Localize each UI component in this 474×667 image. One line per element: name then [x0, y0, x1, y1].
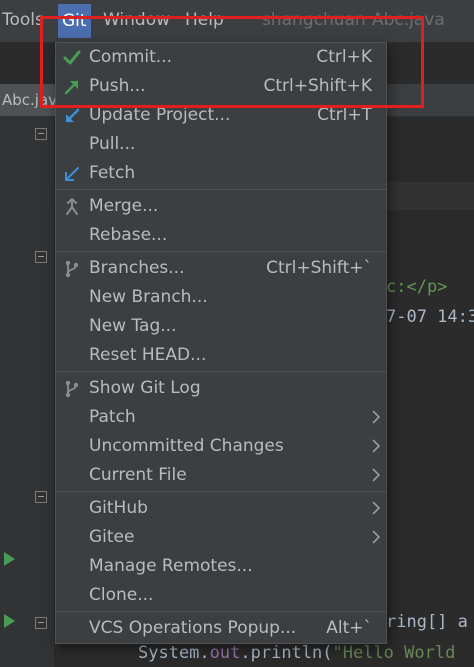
code-doc-tag: c:</p> [386, 277, 448, 297]
menu-tools[interactable]: Tools [2, 10, 44, 30]
git-log-icon [65, 380, 79, 398]
menu-git[interactable]: Git [58, 4, 91, 38]
code-main-signature: ring[] a [386, 612, 468, 632]
branch-icon [65, 260, 79, 278]
menu-window[interactable]: Window [103, 10, 170, 30]
merge-icon [66, 197, 78, 215]
ide-window: Tools Git Window Help shangchuan Abc.jav… [0, 0, 474, 667]
menu-item-branches[interactable]: Branches... Ctrl+Shift+` [56, 254, 386, 283]
check-icon [63, 50, 81, 65]
menu-item-pull[interactable]: Pull... [56, 130, 386, 159]
menu-separator [56, 371, 386, 372]
menu-item-github[interactable]: GitHub [56, 494, 386, 523]
menu-item-show-git-log[interactable]: Show Git Log [56, 374, 386, 403]
fold-marker-icon[interactable] [35, 617, 47, 629]
push-arrow-icon [64, 80, 79, 95]
git-dropdown-menu: Commit... Ctrl+K Push... Ctrl+Shift+K Up… [55, 42, 387, 644]
menu-separator [56, 491, 386, 492]
menu-item-new-branch[interactable]: New Branch... [56, 283, 386, 312]
fold-marker-icon[interactable] [35, 491, 47, 503]
chevron-right-icon [372, 530, 381, 544]
code-system: System. [138, 643, 210, 663]
chevron-right-icon [372, 439, 381, 453]
menu-item-rebase[interactable]: Rebase... [56, 221, 386, 250]
code-println-line: System.out.println("Hello World [138, 643, 455, 663]
menu-separator [56, 189, 386, 190]
menu-item-update-project[interactable]: Update Project... Ctrl+T [56, 101, 386, 130]
window-file-name: Abc.java [372, 10, 445, 30]
menu-separator [56, 611, 386, 612]
update-arrow-icon [65, 108, 80, 123]
run-class-icon[interactable] [4, 552, 15, 566]
menu-item-reset-head[interactable]: Reset HEAD... [56, 341, 386, 370]
tab-abc-java[interactable]: Abc.jav [0, 84, 60, 116]
menu-item-vcs-operations-popup[interactable]: VCS Operations Popup... Alt+` [56, 614, 386, 643]
menu-item-push[interactable]: Push... Ctrl+Shift+K [56, 72, 386, 101]
menu-bar: Tools Git Window Help shangchuan Abc.jav… [0, 0, 474, 42]
menu-item-manage-remotes[interactable]: Manage Remotes... [56, 552, 386, 581]
project-name: shangchuan [262, 10, 366, 30]
chevron-right-icon [372, 501, 381, 515]
menu-item-uncommitted-changes[interactable]: Uncommitted Changes [56, 432, 386, 461]
menu-item-new-tag[interactable]: New Tag... [56, 312, 386, 341]
editor-gutter [0, 117, 54, 667]
menu-separator [56, 251, 386, 252]
menu-item-merge[interactable]: Merge... [56, 192, 386, 221]
menu-item-gitee[interactable]: Gitee [56, 523, 386, 552]
menu-help[interactable]: Help [185, 10, 224, 30]
chevron-right-icon [372, 468, 381, 482]
code-println: .println( [240, 643, 333, 663]
chevron-right-icon [372, 410, 381, 424]
code-string: "Hello World [332, 643, 456, 663]
menu-item-patch[interactable]: Patch [56, 403, 386, 432]
fetch-arrow-icon [65, 167, 79, 181]
menu-item-commit[interactable]: Commit... Ctrl+K [56, 43, 386, 72]
menu-item-fetch[interactable]: Fetch [56, 159, 386, 188]
fold-marker-icon[interactable] [35, 251, 47, 263]
menu-item-clone[interactable]: Clone... [56, 581, 386, 610]
code-doc-date: 7-07 14:3 [386, 307, 474, 327]
code-out: out [209, 643, 241, 663]
fold-marker-icon[interactable] [35, 128, 47, 140]
run-main-icon[interactable] [4, 614, 15, 628]
menu-item-current-file[interactable]: Current File [56, 461, 386, 490]
